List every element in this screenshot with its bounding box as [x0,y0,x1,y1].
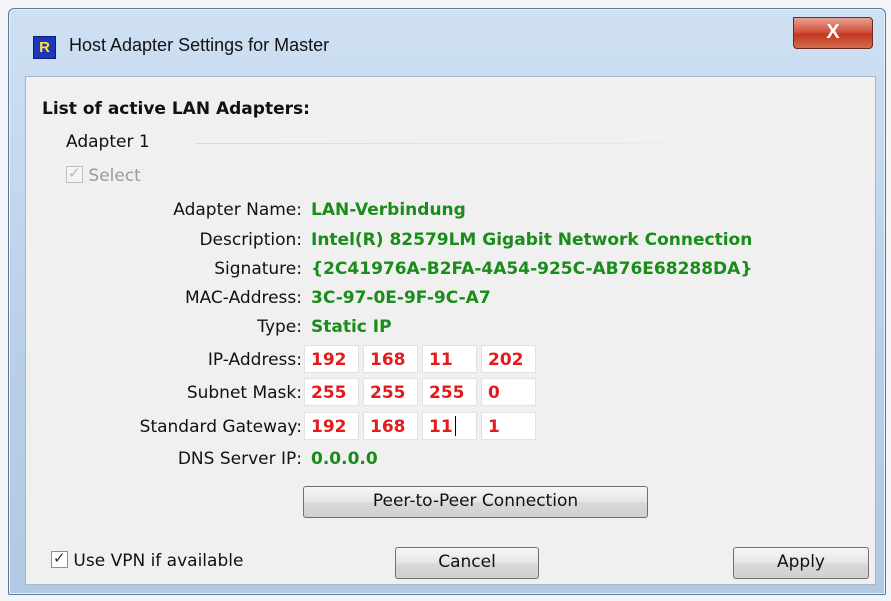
ip-address-label: IP-Address: [207,350,302,370]
mac-address-label: MAC-Address: [184,288,302,308]
subnet-mask-label: Subnet Mask: [186,383,302,403]
field-labels: Adapter Name: Description: Signature: MA… [26,77,302,477]
subnet-octet-3[interactable]: 255 [422,378,477,406]
subnet-octet-1[interactable]: 255 [304,378,359,406]
gateway-octet-4[interactable]: 1 [481,412,536,440]
description-value: Intel(R) 82579LM Gigabit Network Connect… [311,230,753,250]
dns-label: DNS Server IP: [177,449,302,469]
apply-button[interactable]: Apply [733,547,869,579]
ip-octet-1[interactable]: 192 [304,345,359,373]
vpn-checkbox[interactable]: ✓ Use VPN if available [51,549,244,571]
ip-octet-3[interactable]: 11 [422,345,477,373]
ip-octet-4[interactable]: 202 [481,345,536,373]
title-bar[interactable]: R Host Adapter Settings for Master X [9,9,885,73]
signature-label: Signature: [214,259,302,279]
close-button[interactable]: X [793,17,873,49]
dns-value: 0.0.0.0 [311,449,378,469]
gateway-label: Standard Gateway: [139,417,302,437]
gateway-octet-1[interactable]: 192 [304,412,359,440]
subnet-octet-4[interactable]: 0 [481,378,536,406]
adapter-name-value: LAN-Verbindung [311,200,466,220]
peer-to-peer-button[interactable]: Peer-to-Peer Connection [303,486,648,518]
cancel-button[interactable]: Cancel [395,547,539,579]
ip-octet-2[interactable]: 168 [363,345,418,373]
subnet-octet-2[interactable]: 255 [363,378,418,406]
mac-address-value: 3C-97-0E-9F-9C-A7 [311,288,491,308]
text-cursor [454,416,456,436]
type-value: Static IP [311,317,392,337]
check-icon: ✓ [53,549,66,567]
gateway-octet-3-text: 11 [429,417,453,437]
vpn-checkbox-box[interactable]: ✓ [51,549,68,568]
type-label: Type: [257,317,302,337]
description-label: Description: [199,230,302,250]
vpn-label: Use VPN if available [73,551,244,571]
app-logo-icon: R [33,36,56,59]
signature-value: {2C41976A-B2FA-4A54-925C-AB76E68288DA} [311,259,753,279]
adapter-name-label: Adapter Name: [173,200,302,220]
window-title: Host Adapter Settings for Master [69,35,330,55]
close-icon: X [826,21,840,43]
dialog-body: List of active LAN Adapters: Adapter 1 ✓… [25,76,876,585]
gateway-octet-2[interactable]: 168 [363,412,418,440]
dialog-window: R Host Adapter Settings for Master X Lis… [8,8,886,595]
gateway-octet-3[interactable]: 11 [422,412,477,440]
